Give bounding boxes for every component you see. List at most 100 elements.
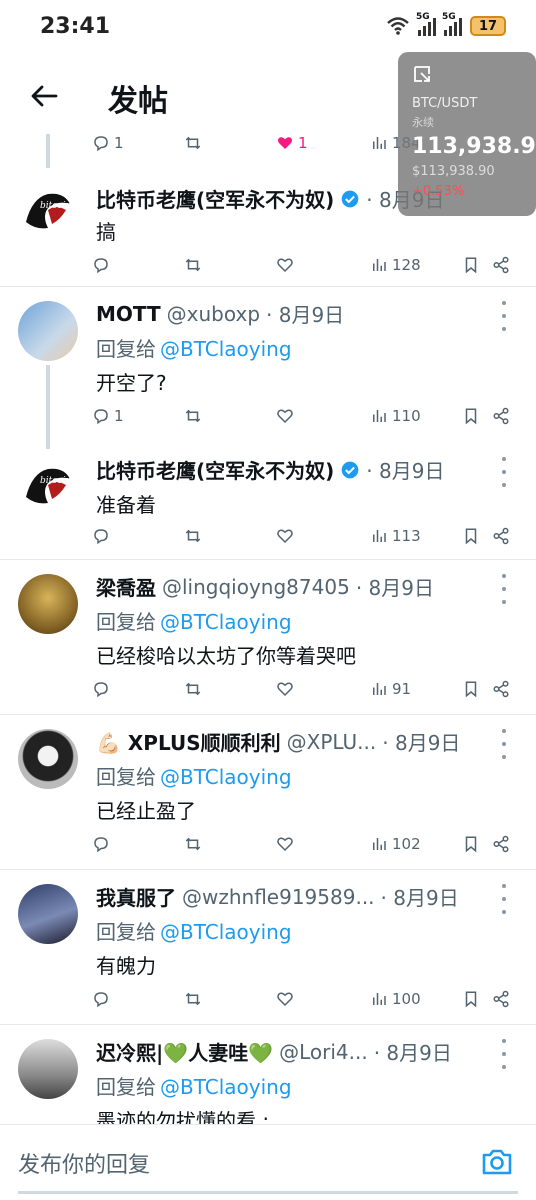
avatar[interactable] bbox=[18, 1039, 78, 1099]
share-button[interactable] bbox=[492, 680, 510, 698]
share-icon bbox=[493, 680, 509, 698]
retweet-button[interactable] bbox=[184, 990, 202, 1008]
tweet-3[interactable]: bitcoin 比特币老鹰(空军永不为奴) · 8月9日 准备着 113 bbox=[0, 439, 536, 559]
like-button[interactable] bbox=[276, 680, 294, 698]
views-button[interactable]: 128 bbox=[370, 256, 421, 274]
bookmark-icon bbox=[465, 408, 477, 425]
tweet-6[interactable]: 我真服了 @wzhnfle919589... · 8月9日 回复给 @BTClao… bbox=[0, 870, 536, 1024]
tweet-4[interactable]: 梁喬盈 @lingqioyng87405 · 8月9日 回复给 @BTClaoyi… bbox=[0, 560, 536, 714]
tweet-text: 准备着 bbox=[96, 493, 156, 517]
svg-text:bitcoin: bitcoin bbox=[40, 201, 72, 211]
reply-button[interactable] bbox=[92, 680, 110, 698]
expand-icon[interactable] bbox=[412, 64, 432, 84]
reply-button[interactable] bbox=[92, 990, 110, 1008]
retweet-button[interactable] bbox=[184, 527, 202, 545]
more-options-button[interactable] bbox=[494, 457, 514, 487]
comment-icon bbox=[94, 682, 108, 698]
avatar[interactable] bbox=[18, 574, 78, 634]
share-icon bbox=[493, 527, 509, 545]
tweet-7[interactable]: 迟冷熙|💚人妻哇💚 @Lori4... · 8月9日 回复给 @BTClaoyin… bbox=[0, 1025, 536, 1127]
share-button[interactable] bbox=[492, 990, 510, 1008]
avatar[interactable] bbox=[18, 729, 78, 789]
reply-to-label: 回复给 bbox=[96, 337, 156, 361]
like-button[interactable] bbox=[276, 407, 294, 425]
views-button[interactable]: 110 bbox=[370, 407, 421, 425]
more-options-button[interactable] bbox=[494, 729, 514, 759]
bookmark-button[interactable] bbox=[462, 527, 480, 545]
like-button[interactable] bbox=[276, 256, 294, 274]
tweet-5[interactable]: 💪🏻 XPLUS顺顺利利 @XPLU... · 8月9日 回复给 @BTClaoy… bbox=[0, 715, 536, 869]
reply-to-line: 回复给 @BTClaoying bbox=[96, 606, 292, 635]
bar-chart-icon bbox=[373, 259, 386, 271]
bookmark-button[interactable] bbox=[462, 407, 480, 425]
bookmark-button[interactable] bbox=[462, 835, 480, 853]
handle[interactable]: @XPLU... bbox=[287, 730, 377, 754]
avatar[interactable]: bitcoin bbox=[18, 180, 78, 240]
reply-button[interactable] bbox=[92, 527, 110, 545]
more-options-button[interactable] bbox=[494, 301, 514, 331]
camera-button[interactable] bbox=[480, 1145, 514, 1179]
reply-button[interactable]: 1 bbox=[92, 134, 124, 152]
views-count: 91 bbox=[392, 680, 412, 698]
tweet-actions: 128 bbox=[92, 256, 522, 280]
share-button[interactable] bbox=[492, 835, 510, 853]
retweet-button[interactable] bbox=[184, 256, 202, 274]
share-icon bbox=[493, 990, 509, 1008]
retweet-button[interactable] bbox=[184, 407, 202, 425]
avatar[interactable]: bitcoin bbox=[18, 455, 78, 515]
bookmark-button[interactable] bbox=[462, 990, 480, 1008]
more-options-button[interactable] bbox=[494, 1039, 514, 1069]
retweet-button[interactable] bbox=[184, 134, 202, 152]
share-button[interactable] bbox=[492, 256, 510, 274]
more-options-button[interactable] bbox=[494, 574, 514, 604]
display-name[interactable]: 梁喬盈 bbox=[96, 572, 156, 601]
reply-button[interactable] bbox=[92, 256, 110, 274]
more-options-button[interactable] bbox=[494, 884, 514, 914]
reply-button[interactable] bbox=[92, 835, 110, 853]
handle[interactable]: @xuboxp bbox=[167, 302, 260, 326]
reply-to-handle[interactable]: @BTClaoying bbox=[160, 1075, 292, 1099]
like-button[interactable] bbox=[276, 835, 294, 853]
views-button[interactable]: 102 bbox=[370, 835, 421, 853]
status-bar: 23:41 5G 5G 17 bbox=[0, 0, 536, 56]
price-widget[interactable]: BTC/USDT 永续 113,938.9 $113,938.90 +0.53% bbox=[398, 52, 536, 216]
reply-input[interactable]: 发布你的回复 bbox=[18, 1147, 150, 1179]
share-button[interactable] bbox=[492, 407, 510, 425]
reply-to-handle[interactable]: @BTClaoying bbox=[160, 610, 292, 634]
back-button[interactable] bbox=[24, 76, 64, 116]
reply-to-handle[interactable]: @BTClaoying bbox=[160, 337, 292, 361]
comment-icon bbox=[94, 837, 108, 853]
signal-icon-2: 5G bbox=[442, 12, 462, 36]
display-name[interactable]: 迟冷熙|💚人妻哇💚 bbox=[96, 1037, 273, 1066]
display-name[interactable]: 我真服了 bbox=[96, 882, 176, 911]
reply-to-handle[interactable]: @BTClaoying bbox=[160, 920, 292, 944]
avatar[interactable] bbox=[18, 884, 78, 944]
display-name[interactable]: 比特币老鹰(空军永不为奴) bbox=[96, 455, 334, 484]
share-button[interactable] bbox=[492, 527, 510, 545]
reply-to-handle[interactable]: @BTClaoying bbox=[160, 765, 292, 789]
verified-badge-icon bbox=[341, 461, 359, 478]
handle[interactable]: @wzhnfle919589... bbox=[182, 885, 375, 909]
views-button[interactable]: 91 bbox=[370, 680, 411, 698]
eagle-logo-icon: bitcoin bbox=[26, 193, 72, 229]
views-button[interactable]: 113 bbox=[370, 527, 421, 545]
display-name[interactable]: MOTT bbox=[96, 302, 161, 326]
tweet-text: 开空了? bbox=[96, 371, 167, 395]
bookmark-button[interactable] bbox=[462, 680, 480, 698]
like-button[interactable] bbox=[276, 990, 294, 1008]
reply-button[interactable]: 1 bbox=[92, 407, 124, 425]
like-button[interactable] bbox=[276, 527, 294, 545]
handle[interactable]: @Lori4... bbox=[279, 1040, 368, 1064]
tweet-2[interactable]: MOTT @xuboxp · 8月9日 回复给 @BTClaoying 开空了? … bbox=[0, 287, 536, 449]
handle[interactable]: @lingqioyng87405 bbox=[162, 575, 350, 599]
bookmark-button[interactable] bbox=[462, 256, 480, 274]
display-name[interactable]: 💪🏻 XPLUS顺顺利利 bbox=[96, 727, 281, 756]
retweet-button[interactable] bbox=[184, 680, 202, 698]
avatar[interactable] bbox=[18, 301, 78, 361]
like-button[interactable]: 1 bbox=[276, 134, 308, 152]
views-button[interactable]: 100 bbox=[370, 990, 421, 1008]
retweet-button[interactable] bbox=[184, 835, 202, 853]
display-name[interactable]: 比特币老鹰(空军永不为奴) bbox=[96, 184, 334, 213]
reply-to-line: 回复给 @BTClaoying bbox=[96, 333, 292, 362]
bookmark-icon bbox=[465, 681, 477, 698]
